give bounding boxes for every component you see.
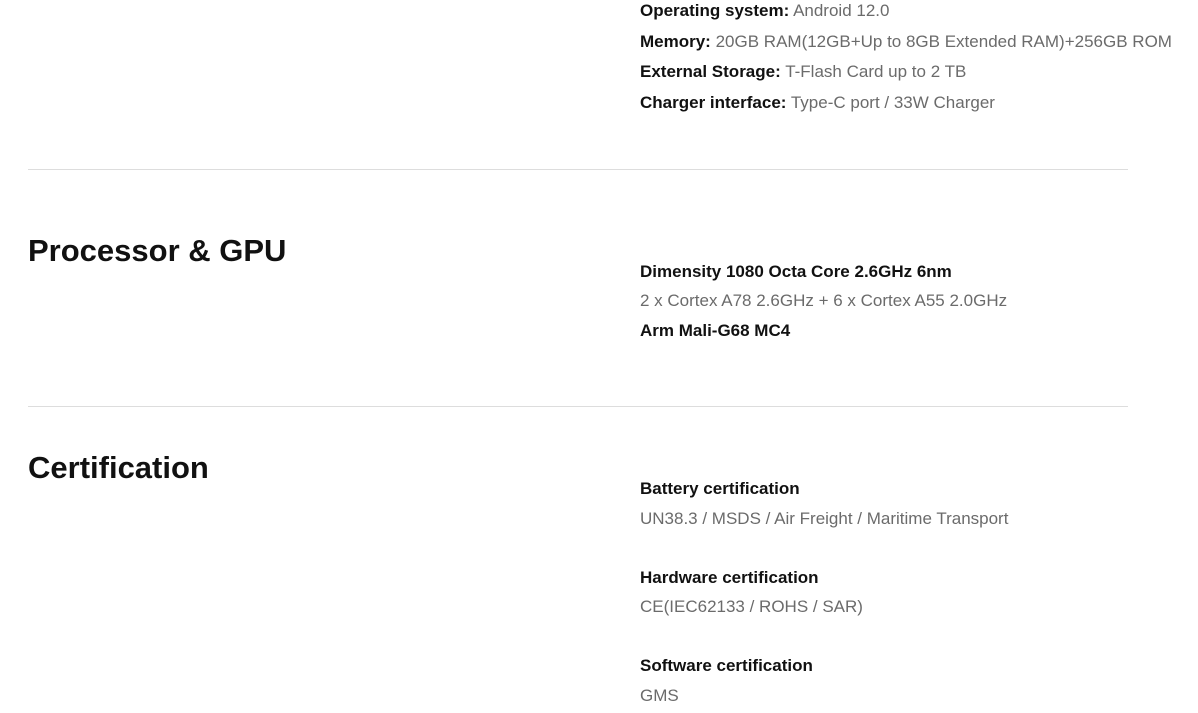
section-divider	[28, 406, 1128, 407]
spec-row-memory: Memory: 20GB RAM(12GB+Up to 8GB Extended…	[640, 32, 1172, 52]
section-divider	[28, 169, 1128, 170]
spec-row-external-storage: External Storage: T-Flash Card up to 2 T…	[640, 62, 966, 82]
battery-certification-heading: Battery certification	[640, 479, 800, 498]
hardware-certification-heading: Hardware certification	[640, 568, 819, 587]
spec-label: External Storage:	[640, 62, 781, 81]
hardware-certification-value: CE(IEC62133 / ROHS / SAR)	[640, 597, 863, 616]
spec-row-operating-system: Operating system: Android 12.0	[640, 1, 889, 21]
battery-certification-value: UN38.3 / MSDS / Air Freight / Maritime T…	[640, 509, 1009, 528]
gpu-name: Arm Mali-G68 MC4	[640, 321, 791, 340]
spec-value: Android 12.0	[793, 1, 890, 20]
processor-chip: Dimensity 1080 Octa Core 2.6GHz 6nm	[640, 262, 952, 281]
spec-value: T-Flash Card up to 2 TB	[785, 62, 967, 81]
section-title-certification: Certification	[28, 450, 209, 485]
spec-value: Type-C port / 33W Charger	[790, 93, 995, 112]
spec-label: Charger interface:	[640, 93, 787, 112]
spec-label: Operating system:	[640, 1, 790, 20]
spec-row-charger-interface: Charger interface: Type-C port / 33W Cha…	[640, 93, 995, 113]
spec-label: Memory:	[640, 32, 711, 51]
software-certification-value: GMS	[640, 686, 679, 705]
processor-cores: 2 x Cortex A78 2.6GHz + 6 x Cortex A55 2…	[640, 291, 1008, 310]
section-title-processor-gpu: Processor & GPU	[28, 233, 287, 268]
software-certification-heading: Software certification	[640, 656, 813, 675]
spec-value: 20GB RAM(12GB+Up to 8GB Extended RAM)+25…	[715, 32, 1172, 51]
